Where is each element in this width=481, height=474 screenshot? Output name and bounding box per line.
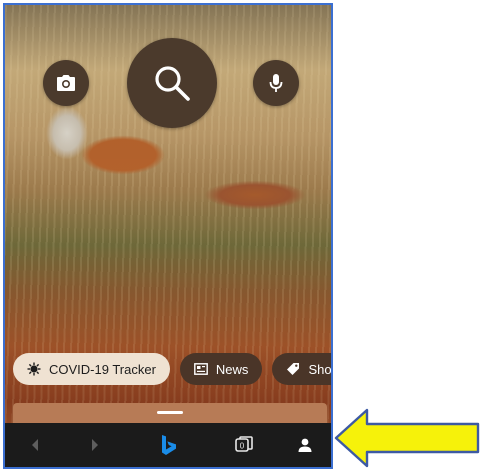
chip-label: COVID-19 Tracker [49, 361, 156, 377]
quick-links-row: COVID-19 Tracker News Shop [13, 353, 331, 387]
chip-label: News [215, 361, 249, 377]
microphone-icon [269, 74, 283, 92]
yellow-arrow-icon [334, 408, 480, 468]
bing-app-screen: COVID-19 Tracker News Shop [3, 3, 333, 469]
profile-button[interactable] [283, 423, 327, 467]
virus-icon [27, 362, 41, 376]
chip-label: Shop [308, 361, 332, 377]
tabs-button[interactable]: 0 [223, 423, 267, 467]
tabs-count: 0 [240, 442, 245, 451]
profile-icon [298, 438, 312, 452]
voice-search-button[interactable] [253, 60, 299, 106]
camera-icon [57, 75, 75, 91]
forward-button[interactable] [73, 423, 117, 467]
bottom-nav-bar: 0 [5, 423, 331, 467]
back-arrow-icon [32, 439, 38, 451]
forward-arrow-icon [92, 439, 98, 451]
newspaper-icon [194, 363, 208, 375]
bing-logo-icon [162, 435, 176, 455]
chip-covid-tracker[interactable]: COVID-19 Tracker [13, 353, 170, 385]
search-icon [155, 66, 190, 101]
chip-shop[interactable]: Shop [272, 353, 332, 385]
search-button[interactable] [127, 38, 217, 128]
back-button[interactable] [13, 423, 57, 467]
tag-icon [287, 363, 300, 375]
bing-home-button[interactable] [147, 423, 191, 467]
tabs-icon: 0 [235, 436, 253, 452]
camera-button[interactable] [43, 60, 89, 106]
grabber[interactable] [157, 411, 183, 414]
chip-news[interactable]: News [179, 353, 263, 385]
